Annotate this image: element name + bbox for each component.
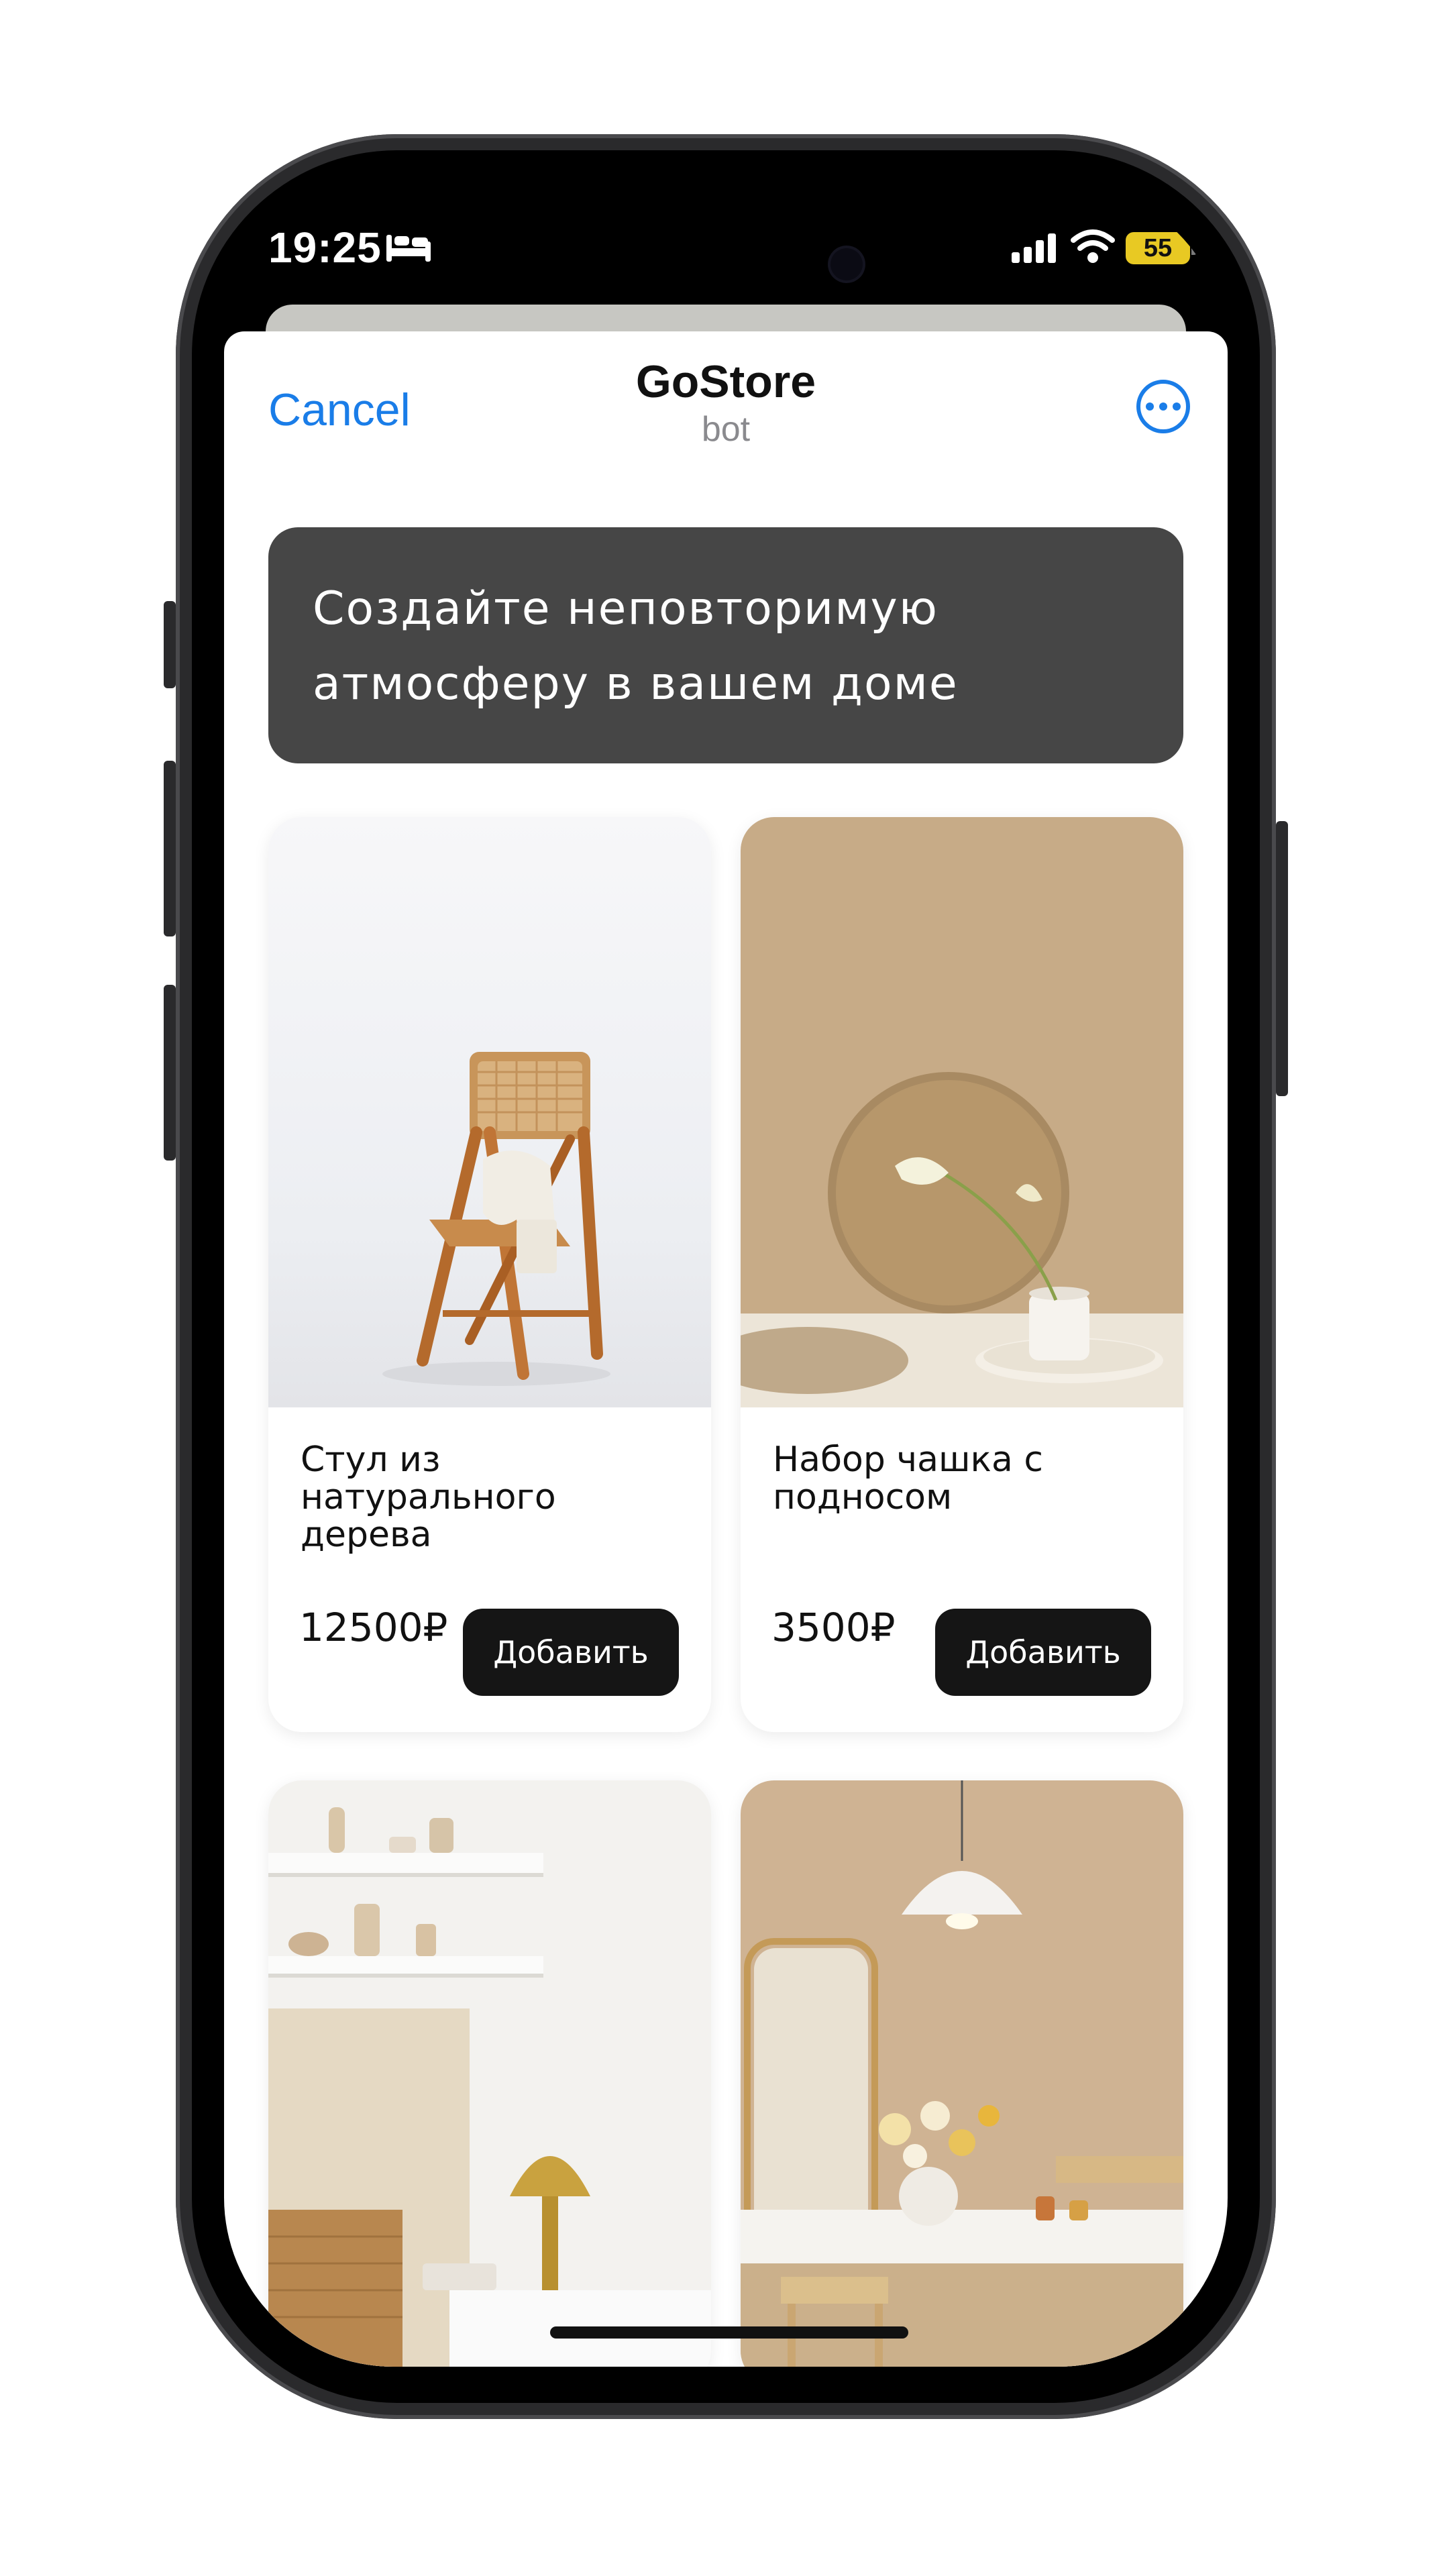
status-time: 19:25 — [268, 223, 382, 272]
home-indicator[interactable] — [550, 2326, 908, 2339]
wifi-icon — [1071, 229, 1115, 263]
product-card[interactable]: Набор чашка с подносом 3500₽ Добавить — [741, 817, 1183, 1732]
more-options-icon[interactable] — [1136, 380, 1190, 433]
dynamic-island — [586, 224, 867, 305]
add-to-cart-button[interactable]: Добавить — [463, 1609, 679, 1696]
cellular-signal-icon — [1012, 233, 1056, 263]
product-price: 3500₽ — [771, 1605, 896, 1650]
battery-level: 55 — [1143, 233, 1173, 262]
product-card[interactable]: Стул из натурального дерева 12500₽ Добав… — [268, 817, 711, 1732]
volume-down-button — [164, 985, 176, 1161]
power-button — [1276, 821, 1288, 1096]
product-card[interactable] — [268, 1780, 711, 2367]
product-name: Набор чашка с подносом — [773, 1440, 1043, 1517]
app-title: GoStore — [635, 356, 816, 407]
action-button — [164, 601, 176, 688]
volume-up-button — [164, 761, 176, 936]
mini-app-sheet: Cancel GoStore bot Создайте неповторимую… — [224, 331, 1228, 2367]
battery-icon: 55 — [1126, 232, 1190, 264]
bed-icon — [386, 235, 431, 262]
chair-photo — [268, 817, 711, 1407]
banner-text: Создайте неповторимую атмосферу в вашем … — [313, 582, 959, 710]
app-subtitle: bot — [701, 410, 751, 449]
product-card[interactable] — [741, 1780, 1183, 2367]
front-camera — [830, 248, 863, 280]
product-name: Стул из натурального дерева — [301, 1440, 556, 1555]
dining-pendant-photo — [741, 1780, 1183, 2367]
product-price: 12500₽ — [299, 1605, 448, 1650]
add-to-cart-button[interactable]: Добавить — [935, 1609, 1151, 1696]
promo-banner: Создайте неповторимую атмосферу в вашем … — [268, 527, 1183, 763]
screen: 19:25 55 Cancel GoStore bot Создайте неп… — [224, 184, 1228, 2367]
shelves-lamp-photo — [268, 1780, 711, 2367]
cup-tray-photo — [741, 817, 1183, 1407]
battery-tip — [1191, 241, 1197, 255]
